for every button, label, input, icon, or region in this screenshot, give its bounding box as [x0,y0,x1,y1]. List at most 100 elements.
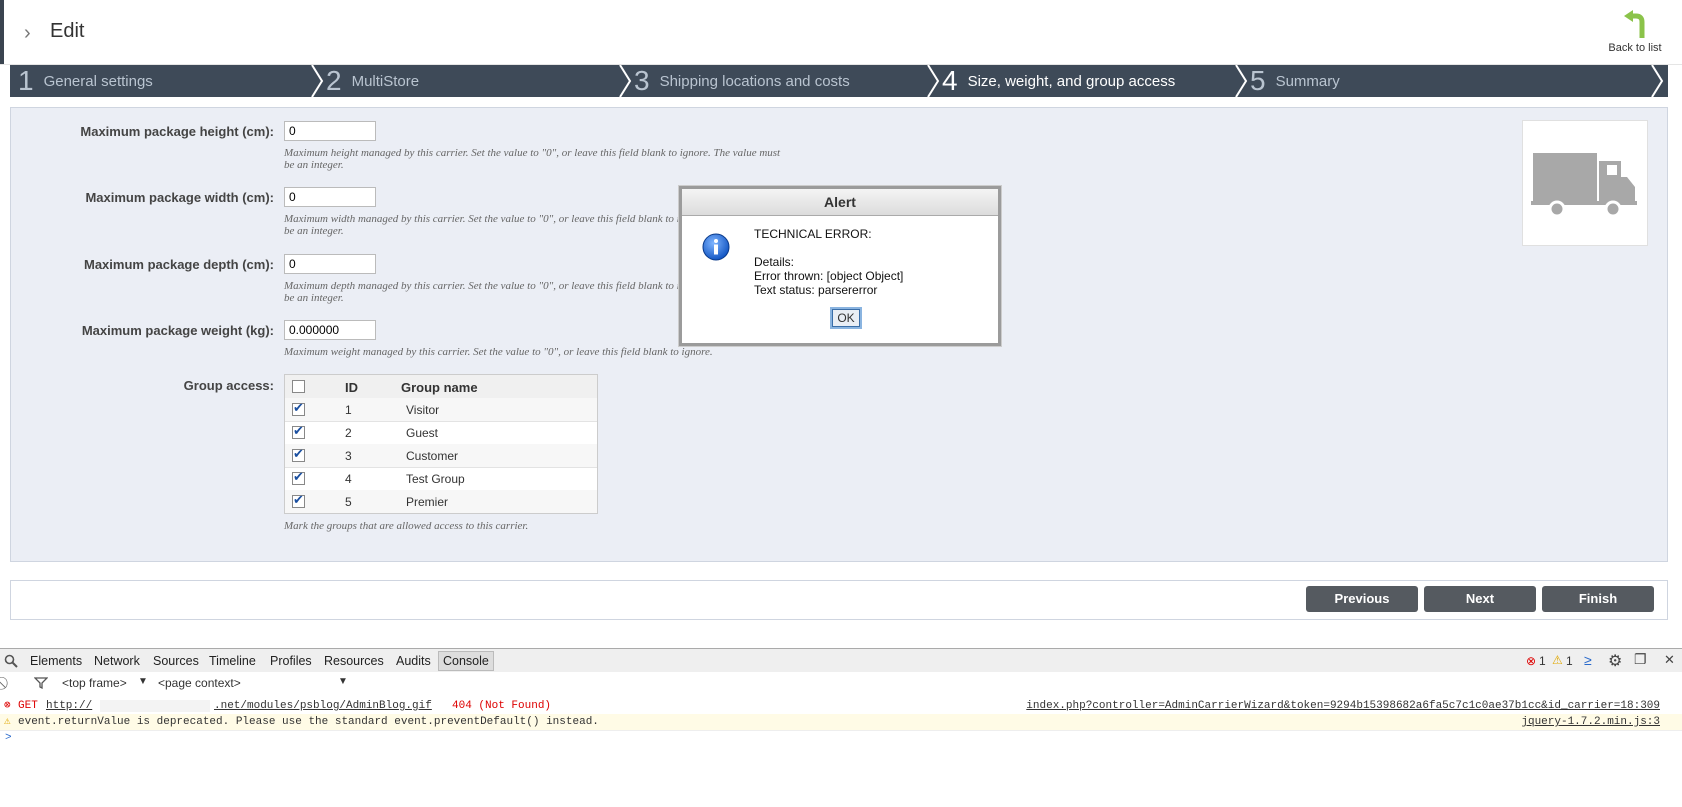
alert-dialog: Alert TECHNICAL ERROR: Details: Error thro… [679,186,1001,346]
ok-button[interactable]: OK [832,309,860,327]
tab-resources[interactable]: Resources [324,654,384,668]
step-multistore[interactable]: 2 MultiStore [326,65,419,97]
filter-icon[interactable] [34,677,48,689]
height-label: Maximum package height (cm): [80,124,274,139]
carrier-logo [1522,120,1648,246]
group-name: Guest [406,426,439,440]
group-checkbox[interactable] [292,469,305,485]
group-access-table: ID Group name 1 Visitor 2 Guest 3 Custom… [284,374,598,514]
height-hint: Maximum height managed by this carrier. … [284,147,781,171]
weight-label: Maximum package weight (kg): [81,323,274,338]
search-icon[interactable] [4,654,18,668]
context-selector[interactable]: <page context> [158,676,241,690]
previous-button[interactable]: Previous [1306,586,1418,612]
finish-button[interactable]: Finish [1542,586,1654,612]
warning-text: event.returnValue is deprecated. Please … [18,716,599,728]
group-id: 1 [345,403,352,417]
group-name: Premier [406,495,449,509]
chevron-down-icon: ▼ [138,676,148,687]
warning-count[interactable]: 1 [1566,654,1573,668]
wizard-footer [10,580,1668,620]
console-filter-bar: ⃠ <top frame> ▼ <page context> ▼ [0,672,1682,695]
page-header [0,0,1682,65]
select-all-checkbox[interactable] [292,380,305,393]
step-summary[interactable]: 5 Summary [1250,65,1340,97]
error-count[interactable]: 1 [1539,654,1546,668]
group-id: 3 [345,449,352,463]
step-label: Size, weight, and group access [967,72,1176,90]
close-icon[interactable]: ✕ [1664,652,1675,668]
width-input[interactable] [284,187,376,207]
dock-icon[interactable]: ❐ [1634,651,1647,668]
chevron-right-icon: › [24,22,31,44]
info-icon [702,233,730,261]
console-output: ⊗ GET http:// .net/modules/psblog/AdminB… [0,694,1682,807]
group-checkbox[interactable] [292,400,305,416]
drawer-icon[interactable]: ≥ [1584,652,1592,668]
step-number: 1 [18,65,34,96]
step-size-weight-group[interactable]: 4 Size, weight, and group access [942,65,1175,97]
depth-input[interactable] [284,254,376,274]
alert-line: Text status: parsererror [754,283,878,297]
width-label: Maximum package width (cm): [85,190,274,205]
tab-elements[interactable]: Elements [30,654,82,668]
step-number: 2 [326,65,342,96]
step-separator [1651,65,1664,97]
request-url-start[interactable]: http:// [46,698,92,714]
back-to-list-button[interactable]: Back to list [1600,10,1670,54]
step-label: Summary [1275,72,1340,90]
page-title: Edit [50,20,85,42]
column-id: ID [345,380,358,395]
tab-audits[interactable]: Audits [396,654,431,668]
back-to-list-label: Back to list [1608,42,1662,54]
step-number: 5 [1250,65,1266,96]
group-access-label: Group access: [183,378,274,393]
back-arrow-icon [1624,10,1645,38]
gear-icon[interactable]: ⚙ [1608,651,1622,671]
step-general-settings[interactable]: 1 General settings [18,65,153,97]
devtools-toolbar: Elements Network Sources Timeline Profil… [0,648,1682,674]
wizard-steps: 1 General settings 2 MultiStore 3 Shippi… [10,65,1668,97]
group-checkbox[interactable] [292,446,305,462]
source-link[interactable]: index.php?controller=AdminCarrierWizard&… [1026,698,1660,714]
frame-selector[interactable]: <top frame> [62,676,127,690]
step-separator [311,65,324,97]
warning-icon: ⚠ [4,716,11,728]
table-row: 5 Premier [285,490,597,513]
weight-hint: Maximum weight managed by this carrier. … [284,346,713,358]
group-checkbox[interactable] [292,423,305,439]
request-url-end[interactable]: .net/modules/psblog/AdminBlog.gif [214,698,432,714]
source-link[interactable]: jquery-1.7.2.min.js:3 [1521,714,1660,730]
step-label: MultiStore [351,72,420,90]
alert-line: Details: [754,255,795,269]
error-icon: ⊗ [1526,654,1537,668]
weight-input[interactable] [284,320,376,340]
warning-icon: ⚠ [1552,653,1563,667]
step-number: 3 [634,65,650,96]
alert-title: Alert [682,189,998,216]
tab-console[interactable]: Console [438,651,494,671]
step-shipping-locations[interactable]: 3 Shipping locations and costs [634,65,850,97]
group-name: Test Group [406,472,465,486]
table-row: 4 Test Group [285,467,597,491]
prompt-caret: > [5,732,12,744]
group-id: 5 [345,495,352,509]
group-checkbox[interactable] [292,492,305,508]
group-id: 2 [345,426,352,440]
tab-sources[interactable]: Sources [153,654,199,668]
step-separator [1235,65,1248,97]
tab-timeline[interactable]: Timeline [209,654,256,668]
height-input[interactable] [284,121,376,141]
group-name: Visitor [406,403,440,417]
step-separator [927,65,940,97]
step-number: 4 [942,65,958,96]
tab-network[interactable]: Network [94,654,140,668]
step-label: General settings [43,72,153,90]
console-error-line: ⊗ GET http:// .net/modules/psblog/AdminB… [0,698,1682,715]
console-prompt[interactable]: > [0,730,1682,746]
truck-icon [1531,153,1637,218]
next-button[interactable]: Next [1424,586,1536,612]
tab-profiles[interactable]: Profiles [270,654,312,668]
table-row: 2 Guest [285,421,597,445]
step-label: Shipping locations and costs [659,72,850,90]
